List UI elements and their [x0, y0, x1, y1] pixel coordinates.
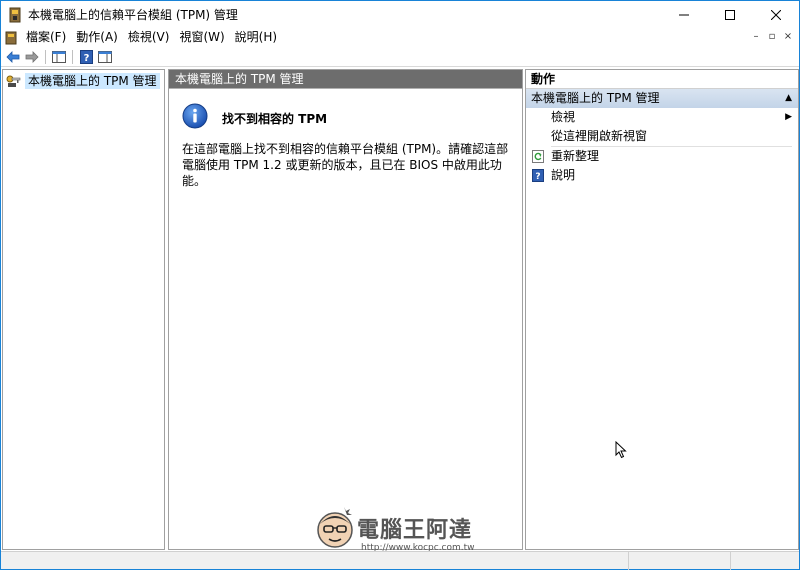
tree-item-tpm-management[interactable]: 本機電腦上的 TPM 管理	[6, 72, 160, 89]
tpm-not-found-message: 在這部電腦上找不到相容的信賴平台模組 (TPM)。請確認這部電腦使用 TPM 1…	[182, 142, 509, 188]
action-label: 重新整理	[551, 149, 600, 163]
tree-item-label: 本機電腦上的 TPM 管理	[25, 72, 160, 89]
svg-text:?: ?	[535, 172, 540, 182]
menu-bar: 檔案(F) 動作(A) 檢視(V) 視窗(W) 說明(H) – ▫ ×	[1, 28, 799, 47]
tpm-app-icon	[8, 7, 22, 23]
refresh-icon	[532, 150, 544, 163]
info-icon	[182, 103, 208, 129]
menu-view[interactable]: 檢視(V)	[123, 28, 175, 47]
svg-text:?: ?	[83, 53, 89, 64]
mdi-close-button[interactable]: ×	[781, 29, 795, 44]
mouse-cursor-icon	[615, 440, 627, 459]
menu-file[interactable]: 檔案(F)	[21, 28, 71, 47]
close-button[interactable]	[753, 1, 799, 28]
collapse-icon[interactable]: ▲	[785, 89, 792, 108]
action-label: 檢視	[551, 110, 576, 124]
show-hide-action-pane-icon	[98, 50, 112, 63]
maximize-button[interactable]	[707, 1, 753, 28]
console-document-icon[interactable]	[5, 31, 17, 45]
result-pane-header: 本機電腦上的 TPM 管理	[169, 70, 522, 88]
toolbar-separator	[45, 49, 46, 64]
mdi-controls: – ▫ ×	[749, 29, 795, 44]
console-tree-pane: 本機電腦上的 TPM 管理	[2, 69, 165, 550]
action-refresh[interactable]: 重新整理	[526, 147, 798, 166]
actions-group-title: 本機電腦上的 TPM 管理	[531, 91, 660, 105]
help-toolbar-button[interactable]: ?	[78, 49, 94, 65]
action-view[interactable]: 檢視 ▶	[526, 108, 798, 127]
mdi-minimize-button[interactable]: –	[749, 29, 763, 44]
menu-window[interactable]: 視窗(W)	[174, 28, 229, 47]
status-bar	[1, 551, 799, 570]
result-pane-body: 找不到相容的 TPM 在這部電腦上找不到相容的信賴平台模組 (TPM)。請確認這…	[169, 88, 522, 549]
show-hide-action-pane-button[interactable]	[97, 49, 113, 65]
show-hide-console-tree-button[interactable]	[51, 49, 67, 65]
toolbar: ?	[1, 47, 799, 67]
forward-arrow-icon	[25, 50, 39, 63]
tpm-not-found-title: 找不到相容的 TPM	[222, 112, 328, 126]
help-icon: ?	[79, 49, 93, 64]
tpm-key-icon	[6, 75, 21, 87]
show-hide-console-tree-icon	[52, 50, 66, 63]
watermark-text: 電腦王阿達	[357, 518, 473, 543]
menu-help[interactable]: 說明(H)	[230, 28, 282, 47]
status-segment	[1, 552, 629, 570]
actions-group-header[interactable]: 本機電腦上的 TPM 管理 ▲	[526, 89, 798, 108]
actions-pane: 動作 本機電腦上的 TPM 管理 ▲ 檢視 ▶ 從這裡開啟新視窗 重新整理 ? …	[525, 69, 799, 550]
toolbar-separator	[72, 49, 73, 64]
action-label: 說明	[551, 168, 576, 182]
back-arrow-icon	[6, 50, 20, 63]
mascot-face-icon	[317, 507, 353, 548]
menu-action[interactable]: 動作(A)	[71, 28, 123, 47]
action-help[interactable]: ? 說明	[526, 166, 798, 185]
help-icon: ?	[532, 169, 544, 182]
mmc-window: 本機電腦上的信賴平台模組 (TPM) 管理 檔案(F) 動作(A) 檢視(V) …	[0, 0, 800, 570]
actions-pane-header: 動作	[526, 70, 798, 89]
action-label: 從這裡開啟新視窗	[551, 129, 648, 143]
back-button[interactable]	[5, 49, 21, 65]
action-new-window[interactable]: 從這裡開啟新視窗	[526, 127, 798, 146]
window-title: 本機電腦上的信賴平台模組 (TPM) 管理	[28, 8, 238, 22]
status-segment	[731, 552, 797, 570]
title-bar[interactable]: 本機電腦上的信賴平台模組 (TPM) 管理	[1, 1, 799, 28]
forward-button[interactable]	[24, 49, 40, 65]
submenu-arrow-icon: ▶	[785, 112, 792, 122]
minimize-button[interactable]	[661, 1, 707, 28]
result-pane: 本機電腦上的 TPM 管理 找不到相容的 TPM 在這部電腦上找不到相容的信賴平	[168, 69, 523, 550]
status-segment	[629, 552, 731, 570]
mdi-restore-button[interactable]: ▫	[765, 29, 779, 44]
